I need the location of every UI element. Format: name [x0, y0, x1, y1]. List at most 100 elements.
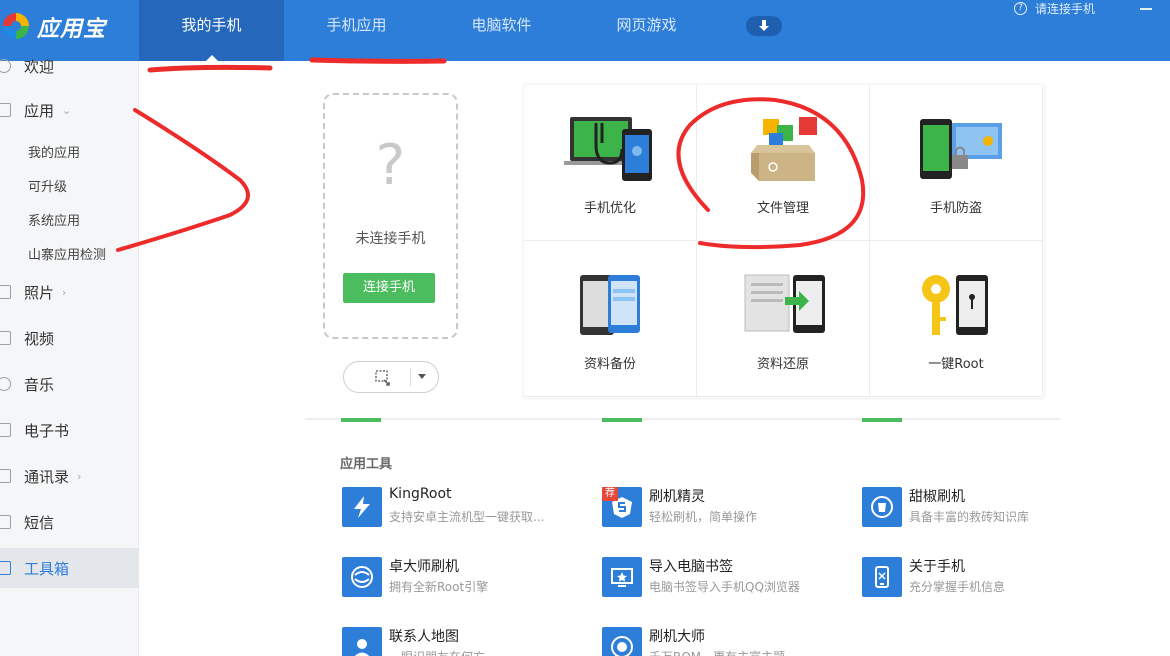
- sidebar-item-label: 欢迎: [24, 57, 55, 76]
- download-manager-button[interactable]: [746, 16, 782, 36]
- tab-label: 网页游戏: [616, 16, 677, 34]
- screenshot-button[interactable]: [343, 361, 439, 393]
- feature-label: 手机防盗: [929, 201, 982, 216]
- tool-item-about-phone[interactable]: 关于手机 充分掌握手机信息: [862, 557, 1092, 601]
- toolbox-icon: [0, 561, 11, 575]
- sidebar-item-ebook[interactable]: 电子书: [0, 410, 138, 450]
- tab-label: 手机应用: [326, 16, 387, 34]
- tool-desc: 支持安卓主流机型一键获取...: [389, 510, 545, 524]
- sidebar-item-photos[interactable]: 照片 ›: [0, 272, 138, 312]
- tool-item-tianjiao-flash[interactable]: 甜椒刷机 具备丰富的救砖知识库: [862, 487, 1092, 531]
- sidebar-item-apps[interactable]: 应用 ⌄: [0, 90, 138, 130]
- question-mark-icon: ?: [375, 133, 406, 198]
- file-manager-icon: [751, 117, 817, 181]
- screenshot-icon: [375, 370, 390, 386]
- sidebar-item-label: 工具箱: [24, 559, 70, 578]
- sidebar-item-label: 应用: [24, 101, 55, 120]
- sidebar-item-label: 短信: [24, 513, 55, 532]
- feature-anti-theft[interactable]: 手机防盗: [870, 85, 1043, 241]
- tool-desc: 具备丰富的救砖知识库: [909, 510, 1030, 524]
- feature-label: 文件管理: [756, 201, 809, 216]
- sidebar-sub-system-apps[interactable]: 系统应用: [28, 210, 80, 229]
- tab-pc-software[interactable]: 电脑软件: [429, 0, 574, 61]
- tool-item-flash-wizard[interactable]: 荐 刷机精灵 轻松刷机，简单操作: [602, 487, 832, 531]
- tab-phone-apps[interactable]: 手机应用: [284, 0, 429, 61]
- photo-icon: [0, 285, 11, 299]
- help-label: 请连接手机: [1035, 1, 1096, 16]
- scroll-indicator: [862, 418, 902, 422]
- sidebar-item-welcome[interactable]: 欢迎: [0, 46, 138, 86]
- top-bar: 应用宝 我的手机 手机应用 电脑软件 网页游戏 ? 请连接手机: [0, 0, 1170, 61]
- brand-name: 应用宝: [37, 17, 107, 42]
- dropdown-caret-icon[interactable]: [418, 374, 426, 379]
- tab-my-phone[interactable]: 我的手机: [139, 0, 284, 61]
- tianjiao-flash-icon: [862, 487, 902, 527]
- tool-item-flash-master[interactable]: 刷机大师 千万ROM，更有主富主题: [602, 627, 832, 656]
- tool-name: 甜椒刷机: [909, 489, 965, 505]
- scroll-indicator: [602, 418, 642, 422]
- feature-backup[interactable]: 资料备份: [524, 241, 697, 397]
- feature-label: 资料备份: [583, 357, 636, 372]
- sidebar-item-label: 音乐: [24, 375, 55, 394]
- tool-name: 联系人地图: [389, 629, 459, 645]
- sidebar-sub-fake-app-check[interactable]: 山寨应用检测: [28, 244, 106, 263]
- sidebar-sub-my-apps[interactable]: 我的应用: [28, 142, 80, 161]
- tool-name: 刷机精灵: [649, 489, 705, 505]
- contact-map-icon: [342, 627, 382, 656]
- tab-label: 我的手机: [181, 16, 242, 34]
- sidebar-item-contacts[interactable]: 通讯录 ›: [0, 456, 138, 496]
- flash-master-icon: [602, 627, 642, 656]
- sidebar-item-sms[interactable]: 短信: [0, 502, 138, 542]
- connect-help[interactable]: ? 请连接手机: [1014, 0, 1095, 16]
- feature-label: 手机优化: [583, 201, 636, 216]
- tool-desc: 充分掌握手机信息: [909, 580, 1006, 594]
- music-icon: [0, 377, 11, 391]
- sidebar-sub-upgradable[interactable]: 可升级: [28, 176, 67, 195]
- tab-label: 电脑软件: [471, 16, 532, 34]
- tool-name: 刷机大师: [649, 629, 705, 645]
- sidebar-item-video[interactable]: 视频: [0, 318, 138, 358]
- video-icon: [0, 331, 11, 345]
- tool-name: KingRoot: [389, 486, 452, 502]
- sidebar-item-label: 照片: [24, 283, 55, 302]
- message-icon: [0, 515, 11, 529]
- contacts-icon: [0, 469, 11, 483]
- feature-restore[interactable]: 资料还原: [697, 241, 870, 397]
- chevron-down-icon: ⌄: [62, 103, 72, 117]
- phone-optimize-icon: [564, 117, 652, 181]
- tool-item-contact-map[interactable]: 联系人地图 一眼识朋友在何方: [342, 627, 572, 656]
- active-tab-caret-icon: [205, 55, 218, 61]
- tool-item-zhuo-master[interactable]: 卓大师刷机 拥有全新Root引擎: [342, 557, 572, 601]
- feature-one-click-root[interactable]: 一键Root: [870, 241, 1043, 397]
- tool-name: 卓大师刷机: [389, 559, 459, 575]
- sidebar-item-label: 视频: [24, 329, 55, 348]
- button-separator: [410, 368, 411, 386]
- feature-grid: 手机优化 文件管理 手机防盗 资料备份 资料还原 一键Root: [524, 85, 1044, 398]
- tool-desc: 千万ROM，更有主富主题: [649, 648, 785, 656]
- recommended-badge: 荐: [602, 487, 618, 501]
- root-key-icon: [922, 275, 988, 335]
- about-phone-icon: [862, 557, 902, 597]
- sidebar-item-label: 通讯录: [24, 467, 70, 486]
- feature-label: 资料还原: [756, 357, 809, 372]
- section-title-app-tools: 应用工具: [340, 457, 393, 472]
- tool-item-kingroot[interactable]: KingRoot 支持安卓主流机型一键获取...: [342, 486, 572, 531]
- minimize-icon[interactable]: [1140, 8, 1152, 10]
- feature-phone-optimize[interactable]: 手机优化: [524, 85, 697, 241]
- download-icon: [759, 20, 769, 31]
- tool-item-import-bookmarks[interactable]: 导入电脑书签 电脑书签导入手机QQ浏览器: [602, 557, 832, 601]
- phone-connection-card: ? 未连接手机 连接手机: [323, 93, 458, 339]
- tab-web-games[interactable]: 网页游戏: [574, 0, 719, 61]
- feature-file-manager[interactable]: 文件管理: [697, 85, 870, 241]
- welcome-icon: [0, 59, 11, 73]
- tool-name: 导入电脑书签: [649, 559, 733, 575]
- connect-phone-button[interactable]: 连接手机: [343, 273, 435, 303]
- section-divider: [305, 418, 1060, 420]
- sidebar-item-music[interactable]: 音乐: [0, 364, 138, 404]
- restore-icon: [744, 274, 825, 333]
- anti-theft-icon: [920, 119, 1002, 179]
- chevron-right-icon: ›: [77, 469, 82, 483]
- kingroot-icon: [342, 487, 382, 527]
- sidebar-item-toolbox[interactable]: 工具箱: [0, 548, 138, 588]
- book-icon: [0, 423, 11, 437]
